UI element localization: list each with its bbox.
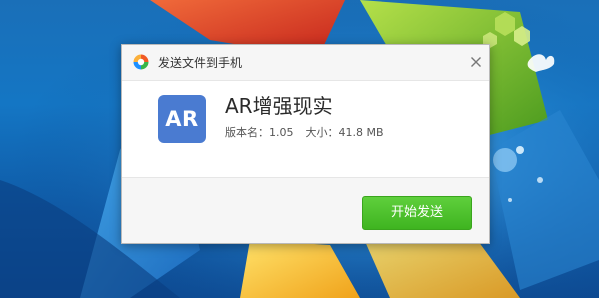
app-version: 版本名：1.05: [225, 126, 294, 139]
ar-app-icon: AR: [158, 95, 206, 143]
app-info-panel: AR AR增强现实 版本名：1.05 大小：41.8 MB: [122, 81, 489, 178]
dialog-titlebar: 发送文件到手机: [122, 45, 489, 81]
dialog-title: 发送文件到手机: [158, 56, 243, 70]
app-size: 大小：41.8 MB: [305, 126, 384, 139]
start-send-button[interactable]: 开始发送: [362, 196, 472, 230]
app-meta: 版本名：1.05 大小：41.8 MB: [225, 125, 384, 140]
send-file-dialog: 发送文件到手机 AR AR增强现实 版本名：1.05 大小：41.8 MB 开始发…: [121, 44, 490, 244]
close-icon[interactable]: [469, 55, 483, 69]
dialog-footer: 开始发送: [122, 178, 489, 243]
app-name: AR增强现实: [225, 94, 333, 118]
360-logo-icon: [133, 54, 149, 70]
